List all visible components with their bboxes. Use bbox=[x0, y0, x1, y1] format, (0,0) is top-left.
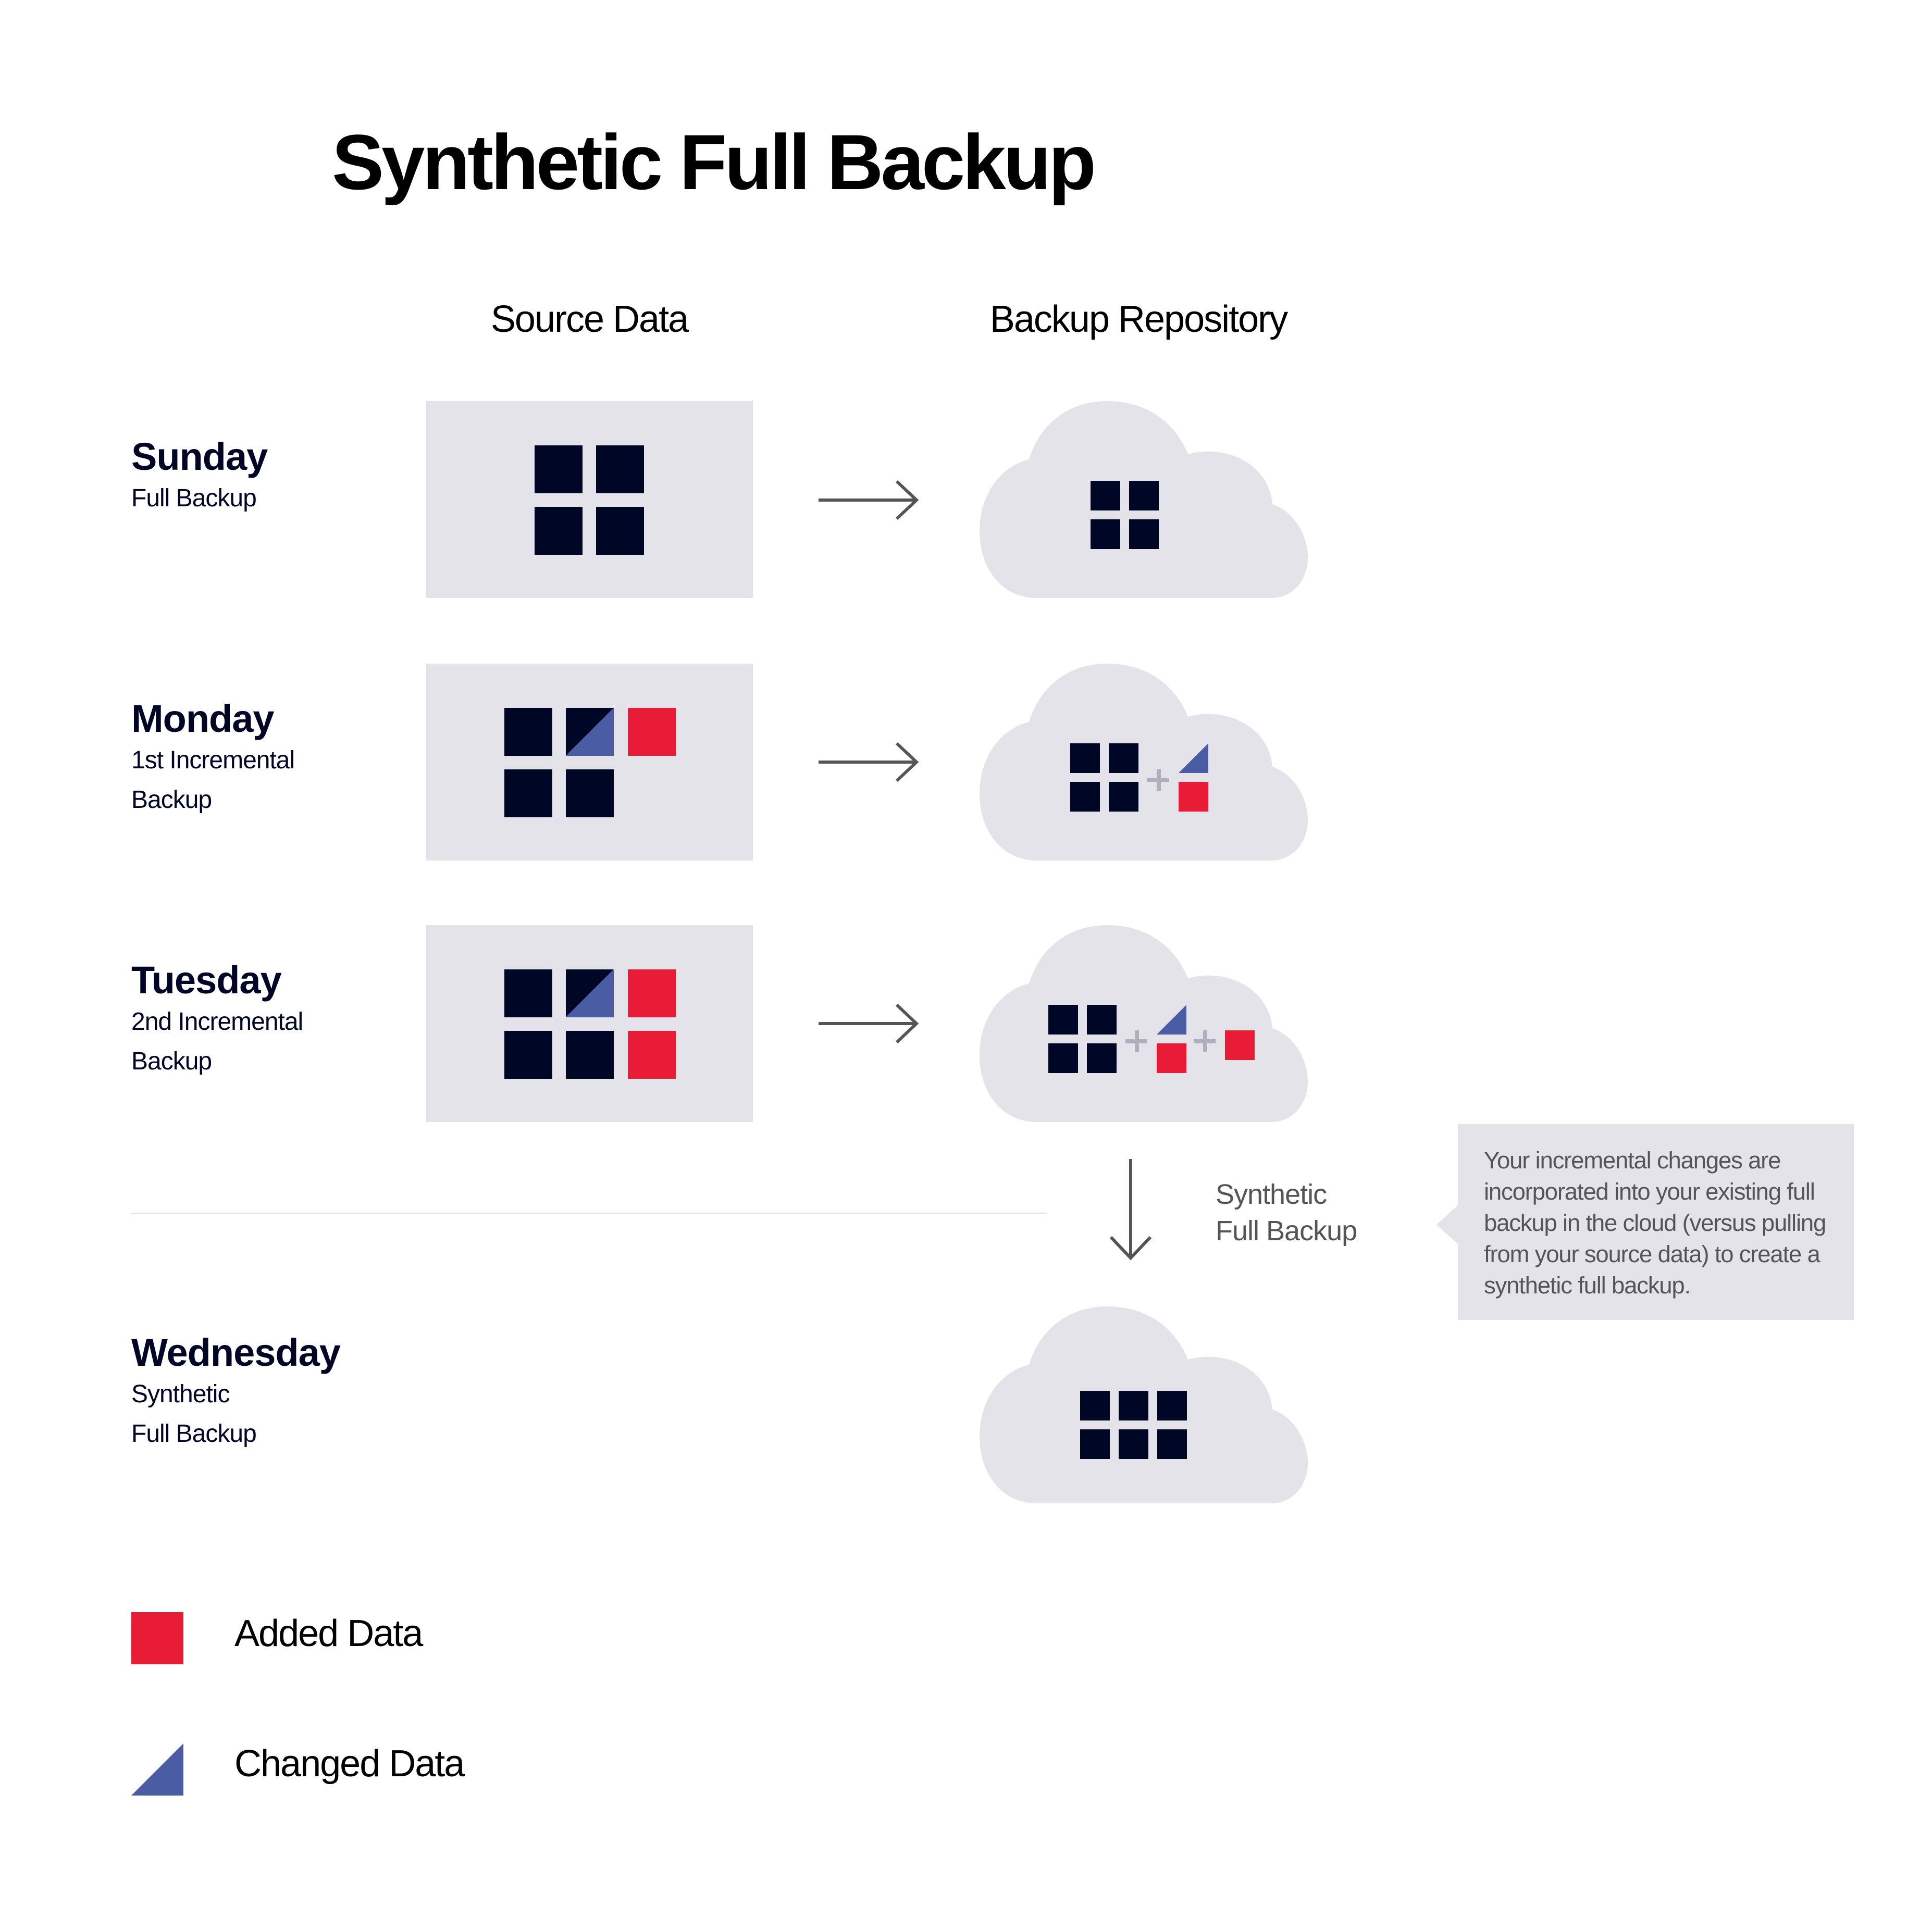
data-block bbox=[1157, 1391, 1187, 1420]
added-data-block bbox=[628, 1031, 676, 1079]
cloud-repository-sunday bbox=[980, 401, 1308, 598]
data-block bbox=[1091, 519, 1120, 549]
legend-changed-data: Changed Data bbox=[234, 1743, 465, 1785]
source-data-monday bbox=[426, 664, 753, 861]
day-subtitle: Backup bbox=[131, 786, 212, 814]
data-block bbox=[1109, 743, 1138, 773]
arrow-right-icon bbox=[819, 1003, 919, 1044]
day-subtitle: Synthetic bbox=[131, 1380, 230, 1408]
data-block bbox=[1070, 743, 1100, 773]
data-block bbox=[1080, 1429, 1110, 1459]
day-subtitle: Full Backup bbox=[131, 1420, 257, 1448]
changed-data-block bbox=[566, 969, 614, 1017]
divider bbox=[131, 1213, 1047, 1214]
added-data-block bbox=[1179, 782, 1208, 812]
data-block bbox=[1129, 519, 1159, 549]
synthetic-label-line: Synthetic bbox=[1216, 1179, 1327, 1210]
cloud-repository-tuesday bbox=[980, 925, 1308, 1122]
data-block bbox=[1091, 481, 1120, 510]
blue-triangle-icon bbox=[131, 1743, 183, 1796]
synthetic-full-backup-label: Synthetic Full Backup bbox=[1216, 1176, 1357, 1249]
added-data-block bbox=[628, 708, 676, 756]
day-subtitle: Full Backup bbox=[131, 484, 257, 512]
synthetic-label-line: Full Backup bbox=[1216, 1215, 1357, 1247]
data-block bbox=[1048, 1043, 1078, 1073]
data-block bbox=[1087, 1043, 1117, 1073]
data-block bbox=[504, 708, 552, 756]
plus-icon bbox=[1194, 1030, 1216, 1052]
data-block bbox=[504, 969, 552, 1017]
data-block bbox=[504, 1031, 552, 1079]
cloud-repository-monday bbox=[980, 664, 1308, 861]
cloud-icon bbox=[980, 925, 1308, 1122]
cloud-icon bbox=[980, 664, 1308, 861]
plus-icon bbox=[1125, 1030, 1147, 1052]
data-block bbox=[1080, 1391, 1110, 1420]
legend-added-data: Added Data bbox=[234, 1613, 423, 1654]
data-block bbox=[566, 769, 614, 817]
added-data-block bbox=[1157, 1043, 1186, 1073]
day-name: Wednesday bbox=[131, 1331, 341, 1374]
row-label-tuesday: Tuesday 2nd Incremental Backup bbox=[131, 958, 303, 1081]
arrow-down-icon bbox=[1109, 1159, 1152, 1261]
data-block bbox=[1048, 1005, 1078, 1035]
added-data-block bbox=[1225, 1030, 1255, 1060]
red-square-icon bbox=[131, 1612, 183, 1664]
day-name: Tuesday bbox=[131, 958, 282, 1002]
data-block bbox=[1119, 1429, 1148, 1459]
data-block bbox=[504, 769, 552, 817]
data-block bbox=[566, 1031, 614, 1079]
changed-data-block bbox=[566, 708, 614, 756]
data-block bbox=[1070, 782, 1100, 812]
day-subtitle: 1st Incremental bbox=[131, 746, 295, 774]
column-header-repository: Backup Repository bbox=[989, 298, 1288, 340]
data-block bbox=[596, 507, 644, 555]
plus-icon bbox=[1147, 769, 1169, 791]
added-data-block bbox=[628, 969, 676, 1017]
row-label-monday: Monday 1st Incremental Backup bbox=[131, 697, 295, 820]
arrow-right-icon bbox=[819, 480, 919, 520]
row-label-wednesday: Wednesday Synthetic Full Backup bbox=[131, 1331, 341, 1454]
callout-note: Your incremental changes are incorporate… bbox=[1458, 1124, 1854, 1320]
day-subtitle: 2nd Incremental bbox=[131, 1008, 303, 1036]
cloud-repository-wednesday bbox=[980, 1306, 1308, 1503]
data-block bbox=[1129, 481, 1159, 510]
source-data-tuesday bbox=[426, 925, 753, 1122]
arrow-right-icon bbox=[819, 742, 919, 782]
data-block bbox=[535, 507, 583, 555]
source-data-sunday bbox=[426, 401, 753, 598]
callout-pointer bbox=[1436, 1205, 1458, 1244]
data-block bbox=[1109, 782, 1138, 812]
data-block bbox=[1157, 1429, 1187, 1459]
day-subtitle: Backup bbox=[131, 1048, 212, 1075]
page-title: Synthetic Full Backup bbox=[332, 118, 1096, 206]
day-name: Sunday bbox=[131, 435, 268, 478]
data-block bbox=[596, 445, 644, 493]
data-block bbox=[1087, 1005, 1117, 1035]
day-name: Monday bbox=[131, 697, 275, 740]
column-header-source: Source Data bbox=[490, 298, 689, 340]
data-block bbox=[535, 445, 583, 493]
data-block bbox=[1119, 1391, 1148, 1420]
row-label-sunday: Sunday Full Backup bbox=[131, 435, 268, 518]
